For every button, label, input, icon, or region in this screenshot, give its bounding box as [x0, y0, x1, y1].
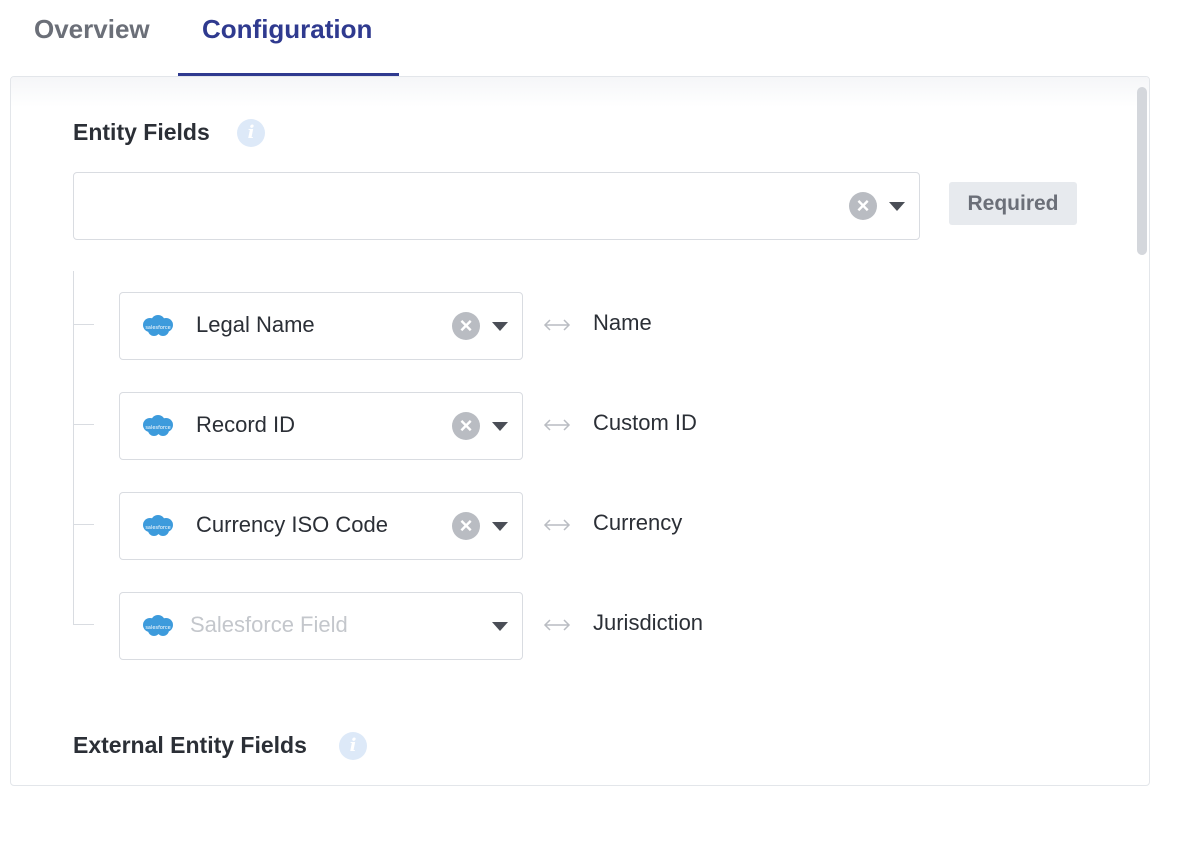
tab-overview[interactable]: Overview: [34, 14, 150, 45]
select-value: Currency ISO Code: [196, 512, 388, 537]
scrollbar-thumb[interactable]: [1137, 87, 1147, 255]
entity-fields-title: Entity Fields: [73, 119, 210, 145]
salesforce-cloud-icon: salesforce: [140, 614, 176, 638]
clear-icon[interactable]: ×: [452, 312, 480, 340]
svg-text:salesforce: salesforce: [145, 625, 170, 631]
salesforce-field-select[interactable]: salesforce Currency ISO Code ×: [119, 492, 523, 560]
salesforce-cloud-icon: salesforce: [140, 414, 176, 438]
clear-icon[interactable]: ×: [452, 512, 480, 540]
salesforce-field-select[interactable]: salesforce Legal Name ×: [119, 292, 523, 360]
required-badge: Required: [949, 182, 1077, 225]
chevron-down-icon[interactable]: [889, 202, 905, 211]
clear-icon[interactable]: ×: [849, 192, 877, 220]
info-icon[interactable]: i: [237, 119, 265, 147]
chevron-down-icon[interactable]: [492, 622, 508, 631]
bidirectional-arrow-icon: [542, 618, 572, 632]
salesforce-cloud-icon: salesforce: [140, 314, 176, 338]
target-field-label: Custom ID: [593, 410, 697, 435]
configuration-panel: Entity Fields i × Required salesforce Leg…: [10, 76, 1150, 786]
bidirectional-arrow-icon: [542, 418, 572, 432]
chevron-down-icon[interactable]: [492, 522, 508, 531]
salesforce-field-select[interactable]: salesforce Salesforce Field: [119, 592, 523, 660]
info-icon[interactable]: i: [339, 732, 367, 760]
svg-text:salesforce: salesforce: [145, 325, 170, 331]
target-field-label: Currency: [593, 510, 683, 535]
entity-select[interactable]: ×: [73, 172, 920, 240]
tab-bar: Overview Configuration: [0, 0, 1184, 76]
chevron-down-icon[interactable]: [492, 322, 508, 331]
target-field-label: Jurisdiction: [593, 610, 704, 635]
select-placeholder: Salesforce Field: [190, 612, 348, 637]
bidirectional-arrow-icon: [542, 518, 572, 532]
select-value: Record ID: [196, 412, 296, 437]
svg-text:salesforce: salesforce: [145, 525, 170, 531]
bidirectional-arrow-icon: [542, 318, 572, 332]
tab-configuration[interactable]: Configuration: [202, 14, 372, 45]
select-value: Legal Name: [196, 312, 315, 337]
chevron-down-icon[interactable]: [492, 422, 508, 431]
clear-icon[interactable]: ×: [452, 412, 480, 440]
svg-text:salesforce: salesforce: [145, 425, 170, 431]
target-field-label: Name: [593, 310, 652, 335]
salesforce-cloud-icon: salesforce: [140, 514, 176, 538]
salesforce-field-select[interactable]: salesforce Record ID ×: [119, 392, 523, 460]
external-entity-fields-title: External Entity Fields: [73, 732, 307, 758]
vertical-scrollbar[interactable]: [1137, 87, 1147, 785]
